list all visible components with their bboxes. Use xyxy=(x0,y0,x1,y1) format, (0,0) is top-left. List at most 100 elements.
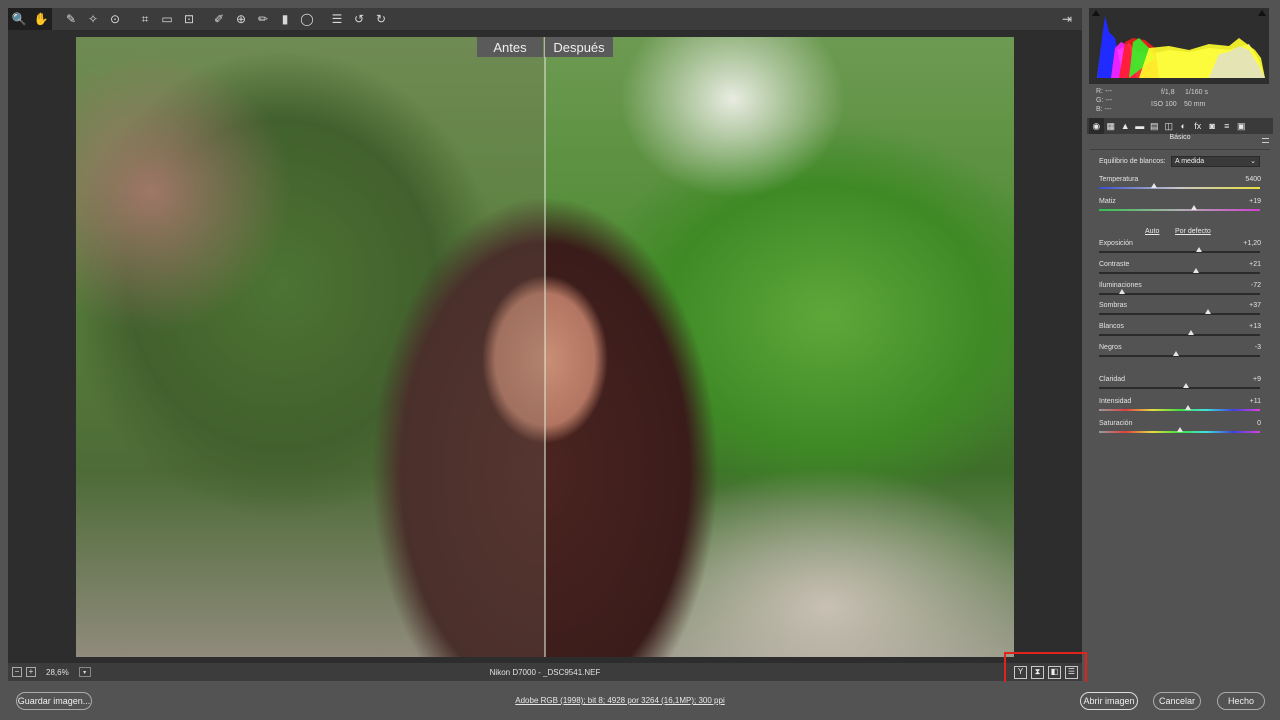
saturacion-slider-thumb[interactable] xyxy=(1176,427,1183,432)
intensidad-value[interactable]: +11 xyxy=(1250,398,1261,405)
camera-icon: ◙ xyxy=(1209,120,1215,131)
pixel-readout: R: --- G: --- B: --- f/1,8 1/160 s ISO 1… xyxy=(1087,88,1273,118)
fullscreen-button[interactable]: ⇥ xyxy=(1056,8,1078,30)
open-image-button[interactable]: Abrir imagen xyxy=(1080,692,1138,710)
done-button[interactable]: Hecho xyxy=(1217,692,1265,710)
tab-camera-calibration[interactable]: ◙ xyxy=(1205,118,1220,134)
negros-slider-thumb[interactable] xyxy=(1173,351,1180,356)
temperatura-slider-thumb[interactable] xyxy=(1150,183,1157,188)
crop-icon: ⌗ xyxy=(141,12,149,26)
radial-filter-tool-button[interactable]: ◯ xyxy=(296,8,318,30)
tab-lens[interactable]: ◫ xyxy=(1162,118,1177,134)
auto-link[interactable]: Auto xyxy=(1145,228,1159,235)
claridad-value[interactable]: +9 xyxy=(1253,376,1261,383)
readout-r: R: --- xyxy=(1096,88,1112,95)
iluminaciones-slider-thumb[interactable] xyxy=(1118,289,1125,294)
preview-canvas[interactable]: Antes Después xyxy=(8,30,1082,663)
after-label: Después xyxy=(545,37,613,57)
transform-tool-button[interactable]: ⊡ xyxy=(178,8,200,30)
tab-effects[interactable]: fx xyxy=(1191,118,1206,134)
hand-icon: ✋ xyxy=(33,12,49,26)
contraste-slider-thumb[interactable] xyxy=(1192,268,1199,273)
tab-presets[interactable]: ≡ xyxy=(1220,118,1235,134)
tab-split-toning[interactable]: ▤ xyxy=(1147,118,1162,134)
targeted-adjustment-tool-button[interactable]: ⊙ xyxy=(104,8,126,30)
rotate-right-icon: ↻ xyxy=(375,12,387,26)
white-balance-tool-button[interactable]: ✎ xyxy=(60,8,82,30)
rotate-right-button[interactable]: ↻ xyxy=(370,8,392,30)
temperatura-label: Temperatura xyxy=(1099,176,1139,183)
readout-g: G: --- xyxy=(1096,97,1113,104)
zoom-tool-button[interactable]: 🔍 xyxy=(8,8,30,30)
red-eye-tool-button[interactable]: ⊕ xyxy=(230,8,252,30)
exposicion-slider-thumb[interactable] xyxy=(1195,247,1202,252)
matiz-value[interactable]: +19 xyxy=(1249,198,1261,205)
temperatura-value[interactable]: 5400 xyxy=(1245,176,1261,183)
hsl-icon: ▬ xyxy=(1135,120,1145,131)
blancos-slider[interactable] xyxy=(1099,330,1260,336)
negros-label: Negros xyxy=(1099,344,1122,351)
photo-preview[interactable]: Antes Después xyxy=(76,37,1014,657)
iluminaciones-label: Iluminaciones xyxy=(1099,282,1142,289)
iluminaciones-slider[interactable] xyxy=(1099,289,1260,295)
claridad-slider[interactable] xyxy=(1099,383,1260,389)
tab-basic[interactable]: ◉ xyxy=(1089,118,1104,134)
list-icon: ☰ xyxy=(331,12,343,26)
contraste-slider[interactable] xyxy=(1099,268,1260,274)
red-eye-icon: ⊕ xyxy=(235,12,247,26)
panel-menu-icon[interactable] xyxy=(1262,138,1269,143)
tab-transform[interactable]: ◐ xyxy=(1176,118,1191,134)
straighten-tool-button[interactable]: ▭ xyxy=(156,8,178,30)
tab-detail[interactable]: ▲ xyxy=(1118,118,1133,134)
iluminaciones-value[interactable]: -72 xyxy=(1251,282,1261,289)
tab-tone-curve[interactable]: ▦ xyxy=(1104,118,1119,134)
color-sampler-tool-button[interactable]: ✧ xyxy=(82,8,104,30)
exposicion-slider[interactable] xyxy=(1099,247,1260,253)
fullscreen-icon: ⇥ xyxy=(1061,12,1073,26)
iso-value: ISO 100 xyxy=(1151,101,1177,108)
white-balance-select[interactable]: A medida ⌄ xyxy=(1171,156,1260,167)
intensidad-slider[interactable] xyxy=(1099,405,1260,411)
preferences-button[interactable]: ☰ xyxy=(326,8,348,30)
negros-value[interactable]: -3 xyxy=(1255,344,1261,351)
shutter-value: 1/160 s xyxy=(1185,89,1208,96)
sombras-slider-thumb[interactable] xyxy=(1205,309,1212,314)
spot-removal-tool-button[interactable]: ✐ xyxy=(208,8,230,30)
contraste-label: Contraste xyxy=(1099,261,1130,268)
intensidad-slider-thumb[interactable] xyxy=(1184,405,1191,410)
matiz-slider[interactable] xyxy=(1099,205,1260,211)
transform-icon: ◐ xyxy=(1180,120,1186,131)
detail-icon: ▲ xyxy=(1120,120,1130,131)
chevron-down-icon: ⌄ xyxy=(1250,158,1256,165)
straighten-icon: ▭ xyxy=(161,12,173,26)
sombras-value[interactable]: +37 xyxy=(1249,302,1261,309)
tab-snapshots[interactable]: ▣ xyxy=(1234,118,1249,134)
saturacion-value[interactable]: 0 xyxy=(1257,420,1261,427)
hand-tool-button[interactable]: ✋ xyxy=(30,8,52,30)
tab-hsl[interactable]: ▬ xyxy=(1133,118,1148,134)
cancel-button[interactable]: Cancelar xyxy=(1153,692,1201,710)
blancos-value[interactable]: +13 xyxy=(1249,323,1261,330)
claridad-slider-thumb[interactable] xyxy=(1182,383,1189,388)
default-link[interactable]: Por defecto xyxy=(1175,228,1211,235)
highlight-clipping-warning[interactable] xyxy=(1258,10,1266,16)
matiz-slider-thumb[interactable] xyxy=(1190,205,1197,210)
adjustment-brush-tool-button[interactable]: ✏ xyxy=(252,8,274,30)
crop-tool-button[interactable]: ⌗ xyxy=(134,8,156,30)
exposicion-value[interactable]: +1,20 xyxy=(1243,240,1261,247)
contraste-value[interactable]: +21 xyxy=(1249,261,1261,268)
rotate-left-button[interactable]: ↺ xyxy=(348,8,370,30)
negros-slider[interactable] xyxy=(1099,351,1260,357)
before-label: Antes xyxy=(477,37,543,57)
status-bar: − + 28,6% ▾ Nikon D7000 - _DSC9541.NEF Y… xyxy=(8,663,1082,681)
shadow-clipping-warning[interactable] xyxy=(1092,10,1100,16)
white-balance-label: Equilibrio de blancos: xyxy=(1099,158,1166,165)
sombras-slider[interactable] xyxy=(1099,309,1260,315)
readout-b: B: --- xyxy=(1096,106,1112,113)
temperatura-slider[interactable] xyxy=(1099,183,1260,189)
graduated-filter-tool-button[interactable]: ▮ xyxy=(274,8,296,30)
graduated-filter-icon: ▮ xyxy=(281,12,289,26)
blancos-slider-thumb[interactable] xyxy=(1187,330,1194,335)
workflow-options-link[interactable]: Adobe RGB (1998); bit 8; 4928 por 3264 (… xyxy=(0,696,1240,705)
saturacion-slider[interactable] xyxy=(1099,427,1260,433)
